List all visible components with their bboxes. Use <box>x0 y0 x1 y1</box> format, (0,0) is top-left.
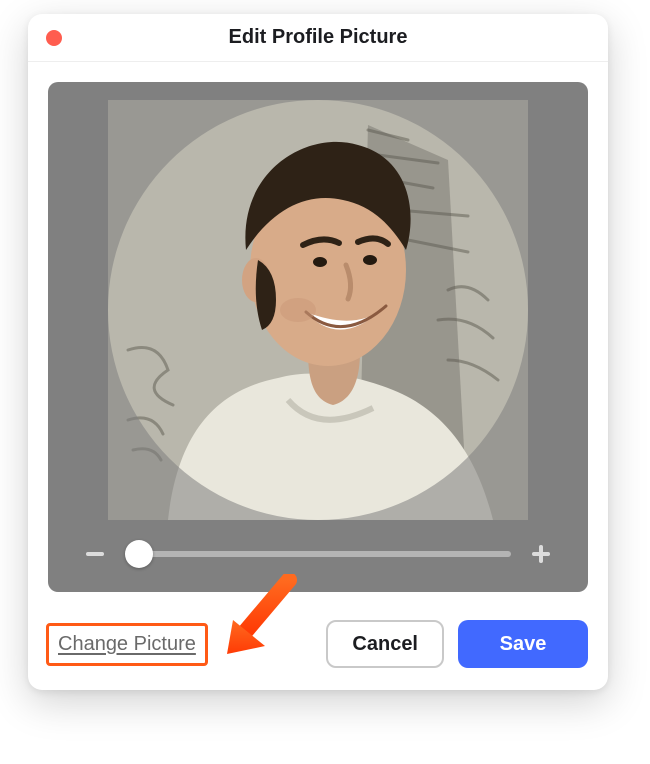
cancel-button[interactable]: Cancel <box>326 620 444 668</box>
edit-profile-picture-dialog: Edit Profile Picture <box>28 14 608 690</box>
dialog-footer: Change Picture Cancel Save <box>48 620 588 668</box>
change-picture-wrap: Change Picture <box>48 625 206 664</box>
close-icon[interactable] <box>46 30 62 46</box>
change-picture-link[interactable]: Change Picture <box>58 633 196 655</box>
zoom-slider-row <box>83 542 553 566</box>
zoom-slider-thumb[interactable] <box>125 540 153 568</box>
image-cropper <box>48 82 588 592</box>
dialog-title: Edit Profile Picture <box>229 26 408 49</box>
profile-photo <box>108 100 528 520</box>
save-button[interactable]: Save <box>458 620 588 668</box>
zoom-slider[interactable] <box>125 542 511 566</box>
crop-stage[interactable] <box>108 100 528 520</box>
titlebar: Edit Profile Picture <box>28 14 608 62</box>
zoom-out-icon[interactable] <box>83 542 107 566</box>
dialog-content: Change Picture Cancel Save <box>28 62 608 690</box>
zoom-in-icon[interactable] <box>529 542 553 566</box>
zoom-slider-rail <box>125 551 511 557</box>
